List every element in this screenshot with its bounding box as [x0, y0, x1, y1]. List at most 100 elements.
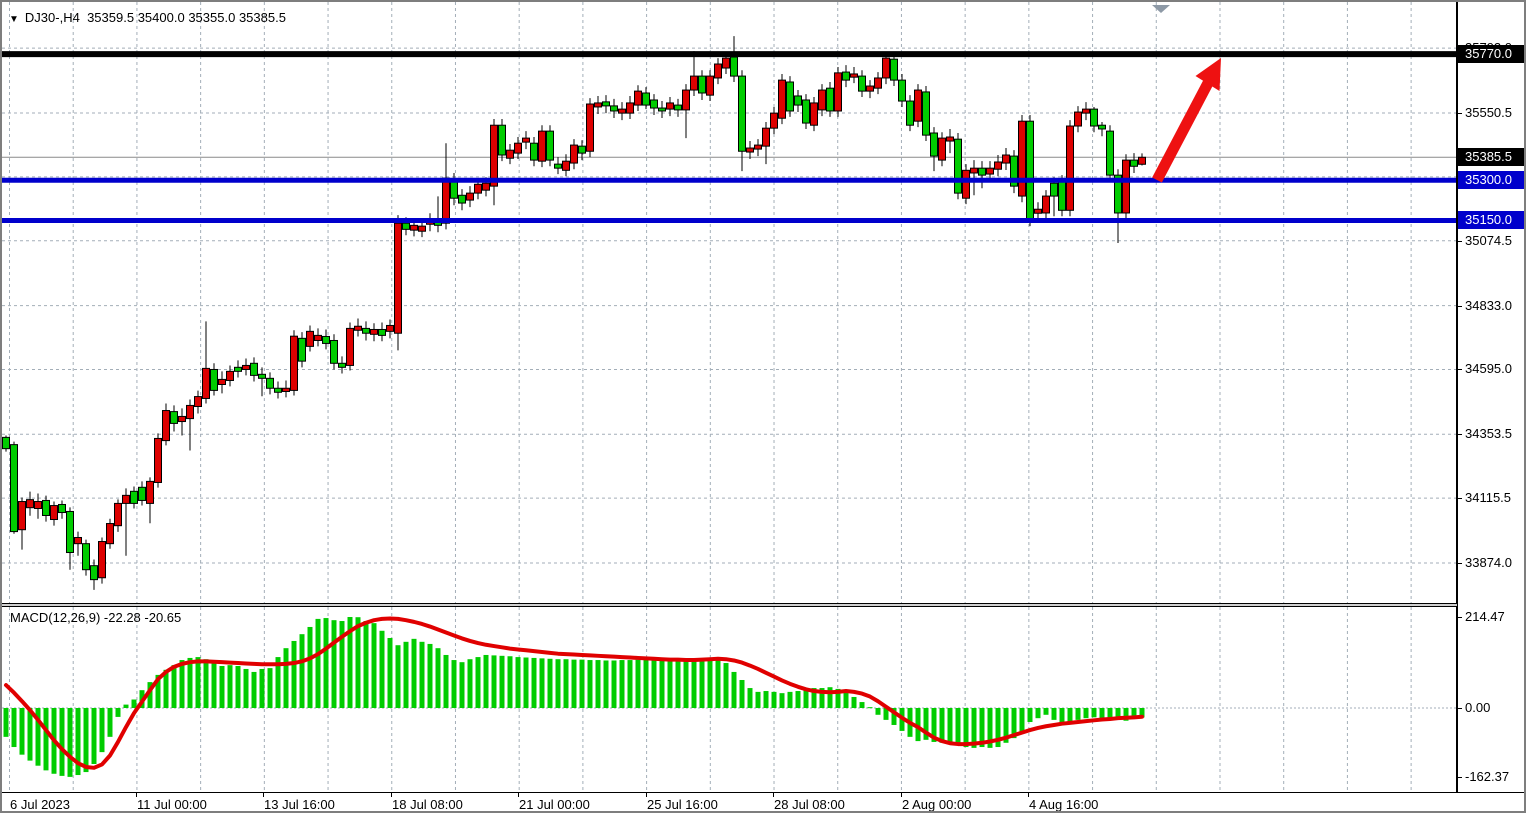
price-axis-tick-label: 34833.0 [1465, 298, 1512, 313]
candle-body [843, 72, 850, 80]
time-axis-label: 4 Aug 16:00 [1029, 797, 1098, 812]
time-axis-tick-mark [646, 793, 647, 797]
price-level-label-box: 35150.0 [1458, 211, 1526, 229]
macd-histogram-bar [660, 659, 665, 708]
candle-body [339, 363, 346, 367]
macd-histogram-bar [548, 659, 553, 708]
macd-histogram-bar [116, 708, 121, 717]
candle-body [859, 76, 866, 91]
candle-body [867, 86, 874, 91]
candle-body [1131, 160, 1138, 166]
candle-body [915, 90, 922, 121]
price-axis-tick-label: 34115.5 [1465, 490, 1511, 505]
candle-body [195, 397, 202, 407]
candle-body [947, 137, 954, 141]
macd-histogram-bar [492, 655, 497, 708]
price-axis-tick-label: 34595.0 [1465, 361, 1512, 376]
price-axis-tick-mark [1458, 563, 1462, 564]
macd-histogram-bar [732, 672, 737, 708]
candle-body [51, 506, 58, 520]
candle-body [187, 405, 194, 418]
macd-histogram-bar [948, 708, 953, 744]
macd-histogram-bar [556, 659, 561, 708]
candle-body [259, 374, 266, 378]
macd-axis-tick-mark [1458, 777, 1462, 778]
candle-body [707, 76, 714, 95]
time-axis-label: 11 Jul 00:00 [137, 797, 207, 812]
macd-axis-tick-mark [1458, 708, 1462, 709]
candle-body [963, 170, 970, 198]
candle-body [1067, 126, 1074, 210]
macd-histogram-bar [316, 619, 321, 708]
candle-body [107, 524, 114, 544]
candle-body [675, 105, 682, 110]
macd-histogram-bar [484, 655, 489, 708]
candle-body [923, 92, 930, 135]
symbol-dropdown-icon[interactable]: ▼ [9, 14, 19, 25]
candle-body [355, 326, 362, 330]
low-value: 35355.0 [188, 10, 235, 25]
candle-body [27, 500, 34, 508]
candle-body [419, 226, 426, 231]
macd-histogram-bar [516, 657, 521, 708]
macd-histogram-bar [236, 666, 241, 708]
close-value: 35385.5 [239, 10, 286, 25]
macd-histogram-bar [796, 691, 801, 708]
candle-body [59, 504, 66, 512]
macd-histogram-bar [588, 660, 593, 708]
time-axis-label: 18 Jul 08:00 [392, 797, 463, 812]
macd-histogram-bar [500, 656, 505, 708]
candle-body [123, 495, 130, 503]
time-axis-tick-mark [391, 793, 392, 797]
candle-body [203, 368, 210, 398]
candle-body [323, 336, 330, 343]
macd-histogram-bar [868, 707, 873, 708]
candle-body [219, 379, 226, 384]
macd-histogram-bar [740, 680, 745, 708]
candle-body [475, 184, 482, 193]
macd-histogram-bar [92, 708, 97, 764]
macd-indicator-panel[interactable] [2, 607, 1458, 792]
candle-body [691, 76, 698, 90]
macd-histogram-bar [420, 642, 425, 708]
candle-body [955, 139, 962, 193]
macd-histogram-bar [1060, 708, 1065, 723]
candle-body [363, 328, 370, 333]
price-axis[interactable]: 35792.035550.535312.535074.534833.034595… [1457, 2, 1526, 792]
price-chart-panel[interactable] [2, 2, 1458, 604]
candle-body [163, 411, 170, 441]
macd-histogram-bar [60, 708, 65, 776]
macd-histogram-bar [1068, 708, 1073, 722]
macd-histogram-bar [724, 663, 729, 708]
time-axis-label: 6 Jul 2023 [10, 797, 70, 812]
candle-body [507, 150, 514, 158]
price-axis-tick-label: 34353.5 [1465, 426, 1512, 441]
candle-body [515, 143, 522, 153]
candle-body [1091, 109, 1098, 126]
macd-histogram-bar [956, 708, 961, 745]
candle-body [523, 138, 530, 142]
candle-body [171, 412, 178, 424]
candle-body [83, 544, 90, 570]
candle-body [747, 148, 754, 152]
candle-body [531, 143, 538, 160]
candle-body [667, 103, 674, 109]
candle-body [243, 365, 250, 369]
macd-histogram-bar [108, 708, 113, 737]
candle-body [595, 103, 602, 107]
candle-body [491, 125, 498, 186]
candle-body [11, 445, 18, 532]
macd-histogram-bar [788, 692, 793, 708]
price-axis-tick-mark [1458, 434, 1462, 435]
macd-histogram-bar [620, 660, 625, 708]
time-axis[interactable]: 6 Jul 202311 Jul 00:0013 Jul 16:0018 Jul… [2, 792, 1526, 813]
candle-body [403, 223, 410, 229]
macd-histogram-bar [700, 660, 705, 708]
macd-histogram-bar [308, 627, 313, 708]
macd-histogram-bar [300, 634, 305, 708]
macd-histogram-bar [628, 660, 633, 708]
time-axis-tick-mark [136, 793, 137, 797]
macd-histogram-bar [284, 648, 289, 708]
candle-body [315, 335, 322, 340]
macd-histogram-bar [644, 660, 649, 708]
